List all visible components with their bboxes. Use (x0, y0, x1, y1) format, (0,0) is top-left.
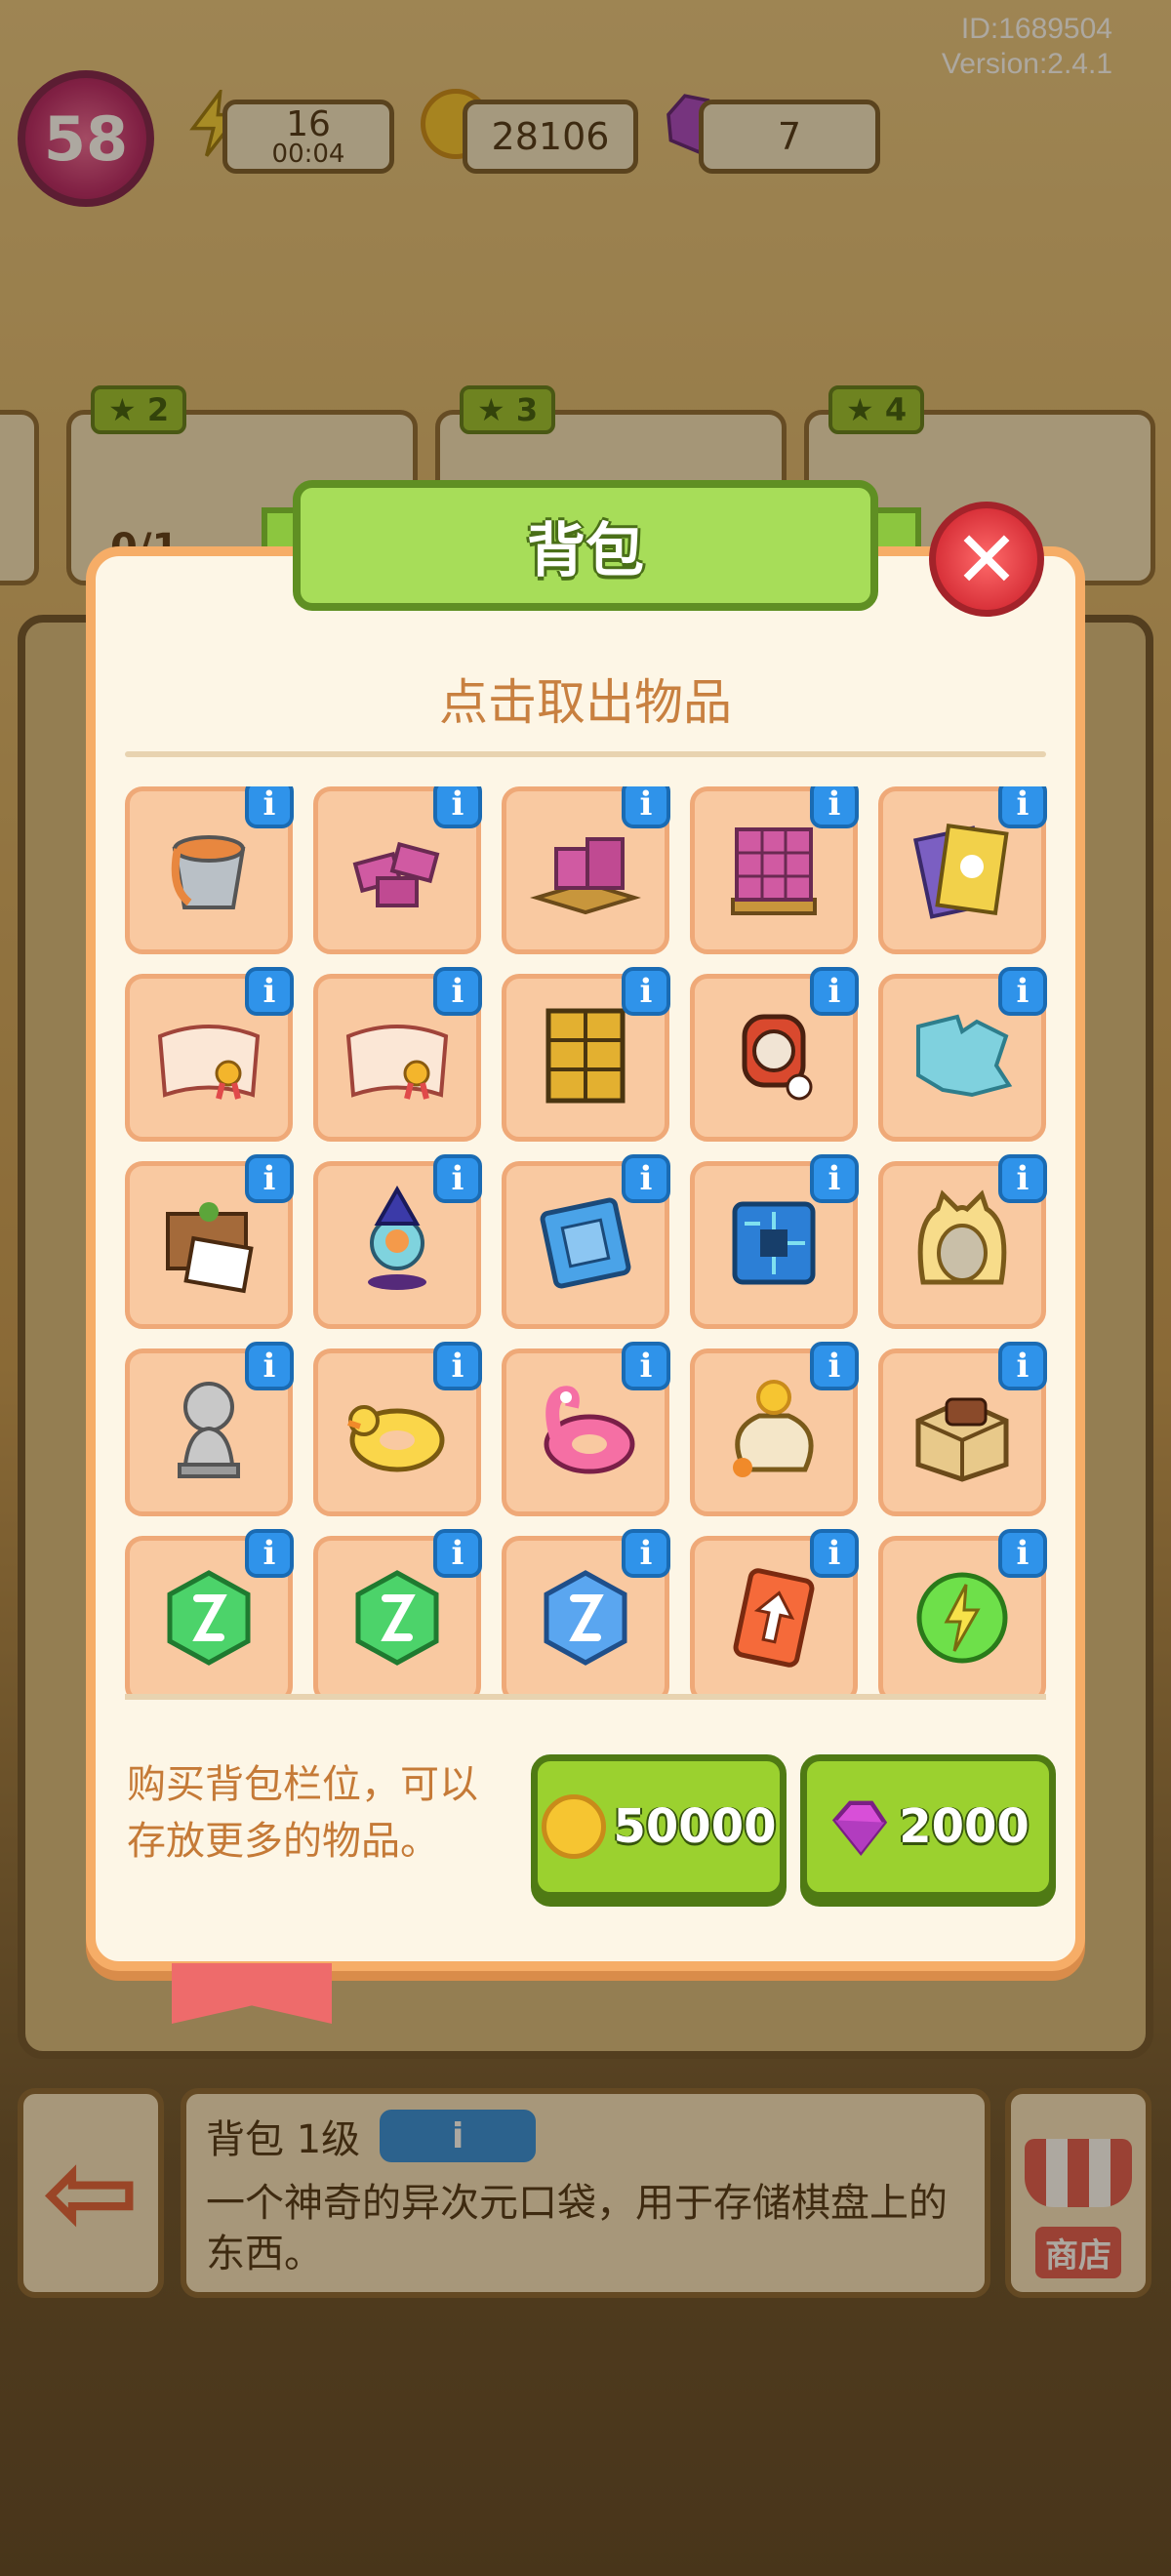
cat-hood-icon (904, 1185, 1021, 1306)
inventory-slot[interactable]: i (125, 967, 294, 1142)
item-info-button[interactable]: i (998, 786, 1047, 828)
item-info-button[interactable]: i (622, 786, 670, 828)
photo-scrapbook-icon (150, 1185, 267, 1306)
dialog-subtitle: 点击取出物品 (439, 674, 732, 731)
inventory-slot[interactable]: i (125, 1154, 294, 1329)
inventory-slot[interactable]: i (502, 967, 670, 1142)
item-info-button[interactable]: i (245, 786, 294, 828)
inventory-slot[interactable]: i (313, 786, 482, 954)
divider (125, 1694, 1046, 1700)
close-button[interactable]: ✕ (929, 502, 1044, 617)
item-info-button[interactable]: i (622, 967, 670, 1016)
flamingo-float-icon (527, 1372, 644, 1493)
inventory-grid: i i i i i i i i i i i i i i i i i i i i i i i i i (125, 786, 1048, 1694)
inventory-slot[interactable]: i (502, 1342, 670, 1516)
item-info-button[interactable]: i (433, 786, 482, 828)
inventory-slot[interactable]: i (878, 967, 1047, 1142)
buy-slot-description: 购买背包栏位，可以存放更多的物品。 (127, 1762, 478, 1864)
parcel-box-icon (904, 1372, 1021, 1493)
coin-icon (541, 1794, 606, 1859)
puzzle-icon (904, 997, 1021, 1118)
inventory-slot[interactable]: i (690, 1529, 859, 1694)
inventory-slot[interactable]: i (690, 1154, 859, 1329)
books-icon (904, 810, 1021, 931)
inventory-slot[interactable]: i (878, 786, 1047, 954)
inventory-slot[interactable]: i (313, 1529, 482, 1694)
item-info-button[interactable]: i (245, 1154, 294, 1203)
inventory-slot[interactable]: i (502, 1154, 670, 1329)
inventory-slot[interactable]: i (313, 967, 482, 1142)
bucket-icon (150, 810, 267, 931)
inventory-slot[interactable]: i (125, 1342, 294, 1516)
item-info-button[interactable]: i (433, 1154, 482, 1203)
circuit-board-icon (715, 1185, 832, 1306)
buy-coin-price: 50000 (613, 1799, 777, 1854)
inventory-slot[interactable]: i (502, 1529, 670, 1694)
inventory-slot[interactable]: i (690, 967, 859, 1142)
inventory-slot[interactable]: i (125, 1529, 294, 1694)
smartwatch-icon (715, 997, 832, 1118)
green-hourglass-gem-icon (150, 1559, 267, 1680)
item-info-button[interactable]: i (998, 967, 1047, 1016)
blue-hourglass-gem-icon (527, 1559, 644, 1680)
item-info-button[interactable]: i (433, 1342, 482, 1390)
item-info-button[interactable]: i (245, 1342, 294, 1390)
statue-icon (150, 1372, 267, 1493)
inventory-slot[interactable]: i (502, 786, 670, 954)
item-info-button[interactable]: i (998, 1342, 1047, 1390)
item-info-button[interactable]: i (998, 1529, 1047, 1578)
item-info-button[interactable]: i (810, 1342, 859, 1390)
cpu-icon (527, 1185, 644, 1306)
item-info-button[interactable]: i (622, 1154, 670, 1203)
inventory-slot[interactable]: i (313, 1342, 482, 1516)
item-info-button[interactable]: i (810, 967, 859, 1016)
item-info-button[interactable]: i (433, 967, 482, 1016)
inventory-slot[interactable]: i (878, 1529, 1047, 1694)
inventory-slot[interactable]: i (313, 1154, 482, 1329)
inventory-slot[interactable]: i (878, 1342, 1047, 1516)
dialog-title: 背包 (293, 480, 878, 611)
energy-orb-icon (904, 1559, 1021, 1680)
item-info-button[interactable]: i (622, 1342, 670, 1390)
certificate-icon (339, 997, 456, 1118)
inventory-slot[interactable]: i (125, 786, 294, 954)
upgrade-card-icon (715, 1559, 832, 1680)
item-info-button[interactable]: i (998, 1154, 1047, 1203)
close-icon: ✕ (953, 513, 1020, 605)
item-info-button[interactable]: i (810, 1154, 859, 1203)
divider (125, 751, 1046, 757)
money-sack-icon (715, 1372, 832, 1493)
gem-icon (832, 1800, 888, 1856)
brick-pallet-icon (715, 810, 832, 931)
item-info-button[interactable]: i (245, 967, 294, 1016)
certificate-icon (150, 997, 267, 1118)
item-info-button[interactable]: i (810, 1529, 859, 1578)
inventory-slot[interactable]: i (690, 1342, 859, 1516)
brick-pile-icon (527, 810, 644, 931)
item-info-button[interactable]: i (433, 1529, 482, 1578)
buy-gem-price: 2000 (899, 1799, 1030, 1854)
green-hourglass-gem-icon (339, 1559, 456, 1680)
item-info-button[interactable]: i (245, 1529, 294, 1578)
cabinet-icon (527, 997, 644, 1118)
wizard-figurine-icon (339, 1185, 456, 1306)
bricks-icon (339, 810, 456, 931)
buy-slot-coins-button[interactable]: 50000 (531, 1754, 787, 1899)
buy-slot-gems-button[interactable]: 2000 (800, 1754, 1056, 1899)
backpack-dialog: 点击取出物品 i i i i i i i i i i i i i i i i i i i i i i i i i 购买背包栏位，… (86, 546, 1085, 1971)
duck-float-icon (339, 1372, 456, 1493)
inventory-slot[interactable]: i (878, 1154, 1047, 1329)
item-info-button[interactable]: i (810, 786, 859, 828)
item-info-button[interactable]: i (622, 1529, 670, 1578)
inventory-slot[interactable]: i (690, 786, 859, 954)
